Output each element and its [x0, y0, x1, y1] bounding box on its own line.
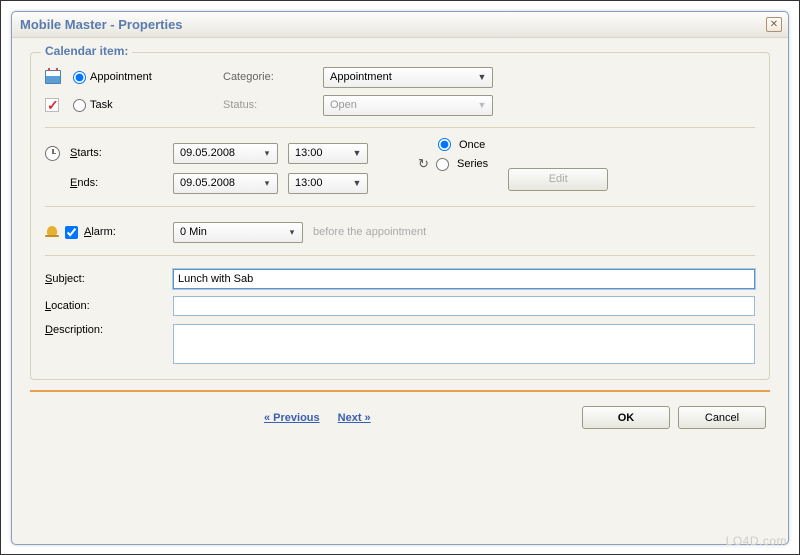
- end-time-dropdown[interactable]: 13:00 ▼: [288, 173, 368, 194]
- task-radio[interactable]: [73, 99, 86, 112]
- subject-label: Subject:: [45, 273, 173, 285]
- categorie-label: Categorie:: [223, 71, 323, 83]
- previous-link[interactable]: « Previous: [264, 412, 320, 424]
- chevron-down-icon: ▼: [474, 100, 490, 110]
- separator: [45, 206, 755, 207]
- chevron-down-icon: ▼: [349, 148, 365, 158]
- window-title: Mobile Master - Properties: [18, 17, 183, 32]
- starts-label: Starts:: [66, 147, 102, 159]
- series-radio[interactable]: [436, 158, 449, 171]
- description-label: Description:: [45, 324, 173, 336]
- series-radio-label: Series: [457, 158, 488, 170]
- task-icon: [45, 98, 59, 112]
- start-date-dropdown[interactable]: 09.05.2008 ▾: [173, 143, 278, 164]
- once-radio[interactable]: [438, 138, 451, 151]
- clock-icon: [45, 146, 60, 161]
- bell-icon: [45, 225, 59, 239]
- subject-input[interactable]: [173, 269, 755, 289]
- watermark: LO4D.com: [726, 534, 787, 548]
- task-radio-label: Task: [90, 99, 113, 111]
- before-appointment-text: before the appointment: [313, 226, 426, 238]
- close-button[interactable]: ✕: [766, 17, 782, 32]
- close-icon: ✕: [770, 19, 778, 30]
- series-icon: ↻: [418, 157, 432, 171]
- edit-button[interactable]: Edit: [508, 168, 608, 191]
- end-date-dropdown[interactable]: 09.05.2008 ▾: [173, 173, 278, 194]
- appointment-radio[interactable]: [73, 71, 86, 84]
- start-time-dropdown[interactable]: 13:00 ▼: [288, 143, 368, 164]
- categorie-dropdown[interactable]: Appointment ▼: [323, 67, 493, 88]
- description-input[interactable]: [173, 324, 755, 364]
- separator: [45, 255, 755, 256]
- location-label: Location:: [45, 300, 173, 312]
- alarm-label: Alarm:: [84, 226, 116, 238]
- calendar-icon: [45, 70, 61, 84]
- ok-button[interactable]: OK: [582, 406, 670, 429]
- chevron-down-icon: ▼: [349, 178, 365, 188]
- titlebar: Mobile Master - Properties ✕: [12, 12, 788, 38]
- orange-separator: [30, 390, 770, 392]
- cancel-button[interactable]: Cancel: [678, 406, 766, 429]
- properties-window: Mobile Master - Properties ✕ Calendar it…: [11, 11, 789, 545]
- status-label: Status:: [223, 99, 323, 111]
- separator: [45, 127, 755, 128]
- chevron-down-icon: ▾: [259, 148, 275, 159]
- appointment-radio-label: Appointment: [90, 71, 152, 83]
- chevron-down-icon: ▾: [259, 178, 275, 189]
- once-radio-label: Once: [459, 139, 485, 151]
- fieldset-legend: Calendar item:: [41, 44, 132, 58]
- alarm-dropdown[interactable]: 0 Min ▾: [173, 222, 303, 243]
- next-link[interactable]: Next »: [338, 412, 371, 424]
- chevron-down-icon: ▾: [284, 227, 300, 238]
- location-input[interactable]: [173, 296, 755, 316]
- calendar-item-fieldset: Calendar item: Appointment Categorie: Ap…: [30, 52, 770, 380]
- ends-label: Ends:: [66, 177, 98, 189]
- chevron-down-icon: ▼: [474, 72, 490, 82]
- alarm-checkbox[interactable]: [65, 226, 78, 239]
- status-dropdown: Open ▼: [323, 95, 493, 116]
